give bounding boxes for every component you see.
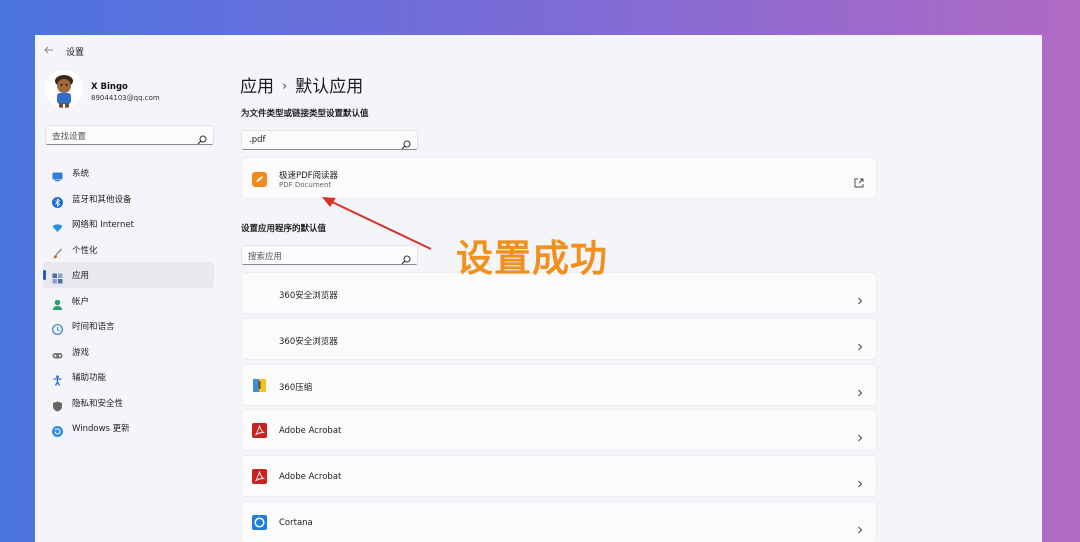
user-email: 89044103@qq.com	[91, 94, 160, 102]
app-list-item[interactable]: 360安全浏览器	[241, 317, 877, 360]
chevron-right-icon	[856, 336, 864, 351]
annotation-label: 设置成功	[456, 237, 608, 280]
file-type-result-card[interactable]: 极速PDF阅读器 PDF Document	[241, 157, 877, 199]
back-arrow-icon[interactable]	[43, 44, 55, 56]
sidebar-item-1[interactable]: 蓝牙和其他设备	[43, 186, 214, 212]
window-title: 设置	[66, 48, 85, 58]
apps-section-label: 设置应用程序的默认值	[241, 224, 327, 234]
sidebar-item-10[interactable]: Windows 更新	[43, 415, 214, 441]
chevron-right-icon	[856, 427, 864, 442]
app-list-item[interactable]: Cortana	[241, 501, 877, 542]
app-name: Adobe Acrobat	[279, 426, 342, 437]
pdf-reader-icon	[252, 172, 267, 187]
sidebar-item-6[interactable]: 时间和语言	[43, 313, 214, 339]
sidebar-item-9[interactable]: 隐私和安全性	[43, 390, 214, 416]
file-type-section-label: 为文件类型或链接类型设置默认值	[241, 109, 369, 119]
breadcrumb-parent[interactable]: 应用	[240, 77, 274, 97]
app-name: Adobe Acrobat	[279, 472, 342, 483]
sidebar-item-label: 辅助功能	[72, 373, 107, 383]
app-search-input[interactable]: 搜索应用	[241, 245, 418, 265]
search-icon	[401, 250, 411, 265]
sidebar-item-label: 应用	[72, 271, 90, 281]
settings-window: 设置 X Bingo 89044103@qq.com 查找设置 系统蓝牙和其他设…	[35, 35, 1042, 542]
sidebar-item-4[interactable]: 应用	[43, 262, 214, 288]
acrobat-icon	[252, 423, 267, 439]
chevron-right-icon	[856, 290, 864, 305]
app-name: 360压缩	[279, 382, 313, 393]
accessibility-icon	[52, 371, 63, 386]
apps-icon	[52, 269, 63, 284]
sidebar-item-0[interactable]: 系统	[43, 160, 214, 186]
app-name: 360安全浏览器	[279, 291, 338, 301]
external-link-icon[interactable]	[854, 173, 864, 188]
bluetooth-icon	[52, 193, 63, 208]
file-type-description: PDF Document	[279, 181, 332, 189]
page-title: 默认应用	[295, 77, 364, 97]
archive-icon	[252, 378, 267, 393]
search-icon	[197, 130, 207, 145]
sidebar-item-label: 网络和 Internet	[72, 220, 134, 230]
sidebar-item-label: 时间和语言	[72, 322, 115, 332]
sidebar-item-label: 帐户	[72, 296, 90, 307]
sidebar-item-label: 系统	[72, 169, 90, 179]
brush-icon	[52, 244, 63, 258]
app-name: Cortana	[279, 518, 313, 528]
sidebar-item-label: 个性化	[72, 245, 98, 256]
sidebar-item-label: 游戏	[72, 347, 90, 358]
chevron-right-icon	[856, 519, 864, 534]
wifi-icon	[52, 218, 63, 232]
user-name: X Bingo	[91, 82, 128, 92]
cortana-icon	[252, 515, 267, 530]
shield-icon	[52, 397, 63, 411]
globe-clock-icon	[52, 320, 63, 335]
user-icon	[52, 295, 63, 310]
sidebar-nav: 系统蓝牙和其他设备 网络和 Internet 个性化应用帐户时间和语言游戏辅助功能隐…	[43, 160, 214, 441]
app-list-item[interactable]: Adobe Acrobat	[241, 409, 877, 452]
breadcrumb-separator: ›	[282, 79, 288, 94]
chevron-right-icon	[856, 382, 864, 396]
sidebar-item-label: 蓝牙和其他设备	[72, 194, 132, 205]
file-type-search-input[interactable]: .pdf	[241, 130, 418, 150]
breadcrumb: 应用 › 默认应用	[240, 72, 363, 97]
update-icon	[52, 422, 63, 437]
user-profile[interactable]: X Bingo 89044103@qq.com	[45, 70, 235, 110]
monitor-icon	[52, 167, 63, 182]
file-type-search-value: .pdf	[249, 135, 266, 145]
title-bar: 设置	[35, 35, 1042, 65]
gamepad-icon	[52, 346, 63, 358]
default-app-name: 极速PDF阅读器	[279, 171, 339, 181]
app-search-placeholder: 搜索应用	[248, 252, 283, 262]
search-icon	[401, 135, 411, 150]
acrobat-icon	[252, 469, 267, 485]
sidebar-item-2[interactable]: 网络和 Internet	[43, 211, 214, 237]
sidebar-item-7[interactable]: 游戏	[43, 339, 214, 365]
app-list-item[interactable]: 360压缩	[241, 363, 877, 406]
sidebar-item-3[interactable]: 个性化	[43, 237, 214, 263]
search-placeholder: 查找设置	[52, 132, 87, 142]
avatar	[45, 70, 83, 108]
sidebar-item-label: Windows 更新	[72, 424, 130, 434]
chevron-right-icon	[856, 473, 864, 488]
settings-search-input[interactable]: 查找设置	[45, 125, 214, 145]
app-list-item[interactable]: Adobe Acrobat	[241, 455, 877, 498]
sidebar-item-label: 隐私和安全性	[72, 398, 124, 409]
sidebar-item-8[interactable]: 辅助功能	[43, 364, 214, 390]
app-name: 360安全浏览器	[279, 336, 338, 347]
sidebar-item-5[interactable]: 帐户	[43, 288, 214, 314]
